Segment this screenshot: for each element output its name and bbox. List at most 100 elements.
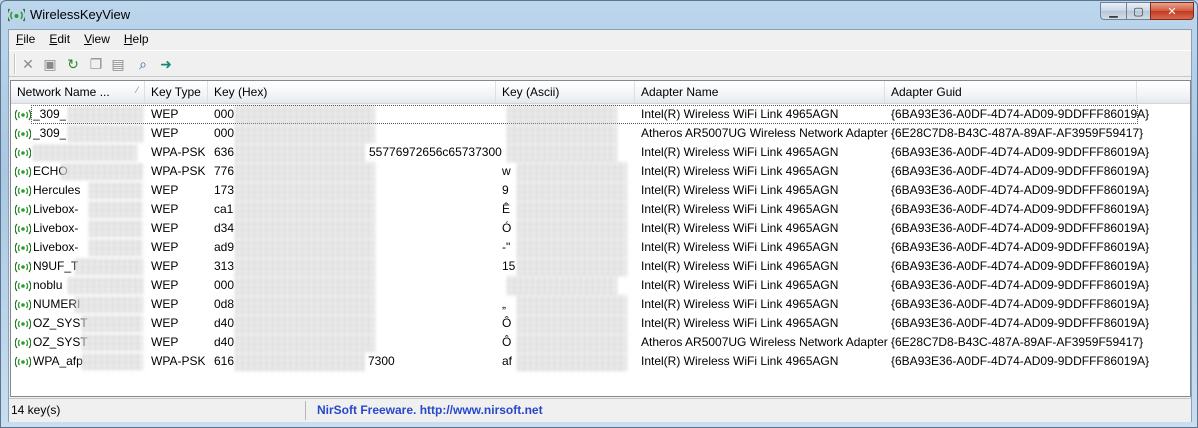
redacted-blur [517,314,627,333]
cell-adapter-name: Intel(R) Wireless WiFi Link 4965AGN [641,145,839,159]
cell-key-ascii: -" [502,240,511,254]
redacted-blur [68,277,143,294]
menu-view[interactable]: View [77,30,117,49]
redacted-blur [517,333,627,352]
redacted-blur [507,276,617,295]
cell-adapter-guid: {6E28C7D8-B43C-487A-89AF-AF3959F59417} [891,335,1144,349]
close-icon: ✕ [1167,5,1177,18]
table-row[interactable]: WPA-PSK 636 Intel(R) Wireless WiFi Link 49… [11,143,1190,162]
cell-key-type: WEP [151,335,179,349]
col-adapter-guid-header[interactable]: Adapter Guid [885,81,1137,103]
cell-key-hex: 173 [214,183,235,197]
menu-edit[interactable]: Edit [42,30,77,49]
wireless-network-icon [14,145,32,159]
col-key-type-header[interactable]: Key Type [145,81,208,103]
table-row[interactable]: _309_ WEP 000 Intel(R) Wireless WiFi Link 4… [11,105,1190,124]
redacted-blur [61,163,143,180]
table-row[interactable]: OZ_SYST WEP d40 Ô Intel(R) Wireless WiFi Lin… [11,314,1190,333]
delete-button[interactable]: ✕ [19,55,37,73]
cell-key-hex: 000 [214,278,235,292]
redacted-blur [235,352,365,371]
wireless-network-icon [14,297,32,311]
table-row[interactable]: _309_ WEP 000 Atheros AR5007UG Wireless Net… [11,124,1190,143]
cell-network-name: Livebox- [33,202,79,216]
menu-file[interactable]: File [9,30,42,49]
cell-adapter-name: Atheros AR5007UG Wireless Network Adapte… [641,335,888,349]
sort-indicator-icon: ⁄ [136,85,138,95]
exit-button[interactable]: ➜ [157,55,175,73]
table-row[interactable]: OZ_SYST WEP d40 Ô Atheros AR5007UG Wireless … [11,333,1190,352]
cell-key-hex-tail: 55776972656c65737300 [369,145,502,159]
minimize-button[interactable]: ▁ [1100,2,1127,20]
redacted-blur [82,353,143,370]
redacted-blur [82,334,143,351]
cell-adapter-guid: {6BA93E36-A0DF-4D74-AD09-9DDFFF86019A} [891,221,1150,235]
cell-adapter-guid: {6E28C7D8-B43C-487A-89AF-AF3959F59417} [891,126,1144,140]
table-row[interactable]: noblu WEP 000 Intel(R) Wireless WiFi Link 4… [11,276,1190,295]
cell-adapter-guid: {6BA93E36-A0DF-4D74-AD09-9DDFFF86019A} [891,259,1150,273]
menu-help[interactable]: Help [117,30,156,49]
cell-key-type: WEP [151,278,179,292]
copy-button[interactable]: ❐ [87,55,105,73]
redacted-blur [235,219,375,238]
redacted-blur [517,181,627,200]
cell-network-name: Livebox- [33,240,79,254]
cell-network-name: NUMERI [33,297,81,311]
cell-key-ascii: Ô [502,335,512,349]
toolbar-separator [14,54,16,74]
find-button[interactable]: ⌕ [134,55,152,73]
title-bar[interactable]: WirelessKeyView ▁ ▢ ✕ [1,1,1197,29]
col-adapter-name-header[interactable]: Adapter Name [635,81,885,103]
nirsoft-link[interactable]: NirSoft Freeware. http://www.nirsoft.net [317,403,543,417]
exit-icon: ➜ [160,55,172,72]
minimize-icon: ▁ [1109,5,1118,18]
table-row[interactable]: ECHO WPA-PSK 776 w Intel(R) Wireless WiFi Li… [11,162,1190,181]
redacted-blur [75,258,143,275]
cell-key-ascii: 9 [502,183,509,197]
close-button[interactable]: ✕ [1150,2,1194,20]
maximize-button[interactable]: ▢ [1126,2,1151,20]
redacted-blur [68,125,143,142]
redacted-blur [235,333,375,352]
redacted-blur [89,201,143,218]
cell-adapter-guid: {6BA93E36-A0DF-4D74-AD09-9DDFFF86019A} [891,202,1150,216]
cell-key-hex: 313 [214,259,235,273]
table-row[interactable]: Livebox- WEP d34 Ó Intel(R) Wireless WiFi Li… [11,219,1190,238]
redacted-blur [235,314,375,333]
properties-button[interactable]: ▤ [109,55,127,73]
table-row[interactable]: NUMERI WEP 0d8 „ Intel(R) Wireless WiFi Link… [11,295,1190,314]
cell-network-name: OZ_SYST [33,335,88,349]
save-button[interactable]: ▣ [41,55,59,73]
refresh-button[interactable]: ↻ [64,55,82,73]
col-key-hex-header[interactable]: Key (Hex) [208,81,496,103]
focus-rectangle [31,105,1138,124]
cell-adapter-guid: {6BA93E36-A0DF-4D74-AD09-9DDFFF86019A} [891,354,1150,368]
redacted-blur [235,200,375,219]
cell-adapter-name: Intel(R) Wireless WiFi Link 4965AGN [641,221,839,235]
wireless-network-icon [14,278,32,292]
cell-adapter-name: Intel(R) Wireless WiFi Link 4965AGN [641,183,839,197]
cell-key-ascii: af [502,354,513,368]
redacted-blur [517,219,627,238]
table-row[interactable]: Hercules WEP 173 9 Intel(R) Wireless WiFi Li… [11,181,1190,200]
cell-adapter-name: Intel(R) Wireless WiFi Link 4965AGN [641,354,839,368]
app-window: WirelessKeyView ▁ ▢ ✕ File Edit View Help ✕… [0,0,1198,428]
wireless-network-icon [14,126,32,140]
table-row[interactable]: WPA_afp WPA-PSK 616 af Intel(R) Wireless WiF… [11,352,1190,371]
cell-key-hex-tail: 7300 [368,354,395,368]
col-network-name-header[interactable]: Network Name ... ⁄ [11,81,145,103]
redacted-blur [517,200,627,219]
column-header-label: Adapter Name [641,85,719,99]
wireless-network-icon [14,164,32,178]
table-row[interactable]: Livebox- WEP ad9 -" Intel(R) Wireless WiFi L… [11,238,1190,257]
cell-key-hex: d40 [214,316,235,330]
column-header-label: Key (Ascii) [502,85,560,99]
cell-key-hex: ca1 [214,202,234,216]
redacted-blur [507,143,617,162]
table-row[interactable]: Livebox- WEP ca1 Ê Intel(R) Wireless WiFi Li… [11,200,1190,219]
col-key-ascii-header[interactable]: Key (Ascii) [496,81,635,103]
table-row[interactable]: N9UF_T WEP 313 15 Intel(R) Wireless WiFi Lin… [11,257,1190,276]
cell-key-type: WPA-PSK [151,164,206,178]
keys-list-view[interactable]: Network Name ... ⁄ Key Type Key (Hex) Key (A… [10,80,1191,397]
refresh-icon: ↻ [67,55,79,72]
